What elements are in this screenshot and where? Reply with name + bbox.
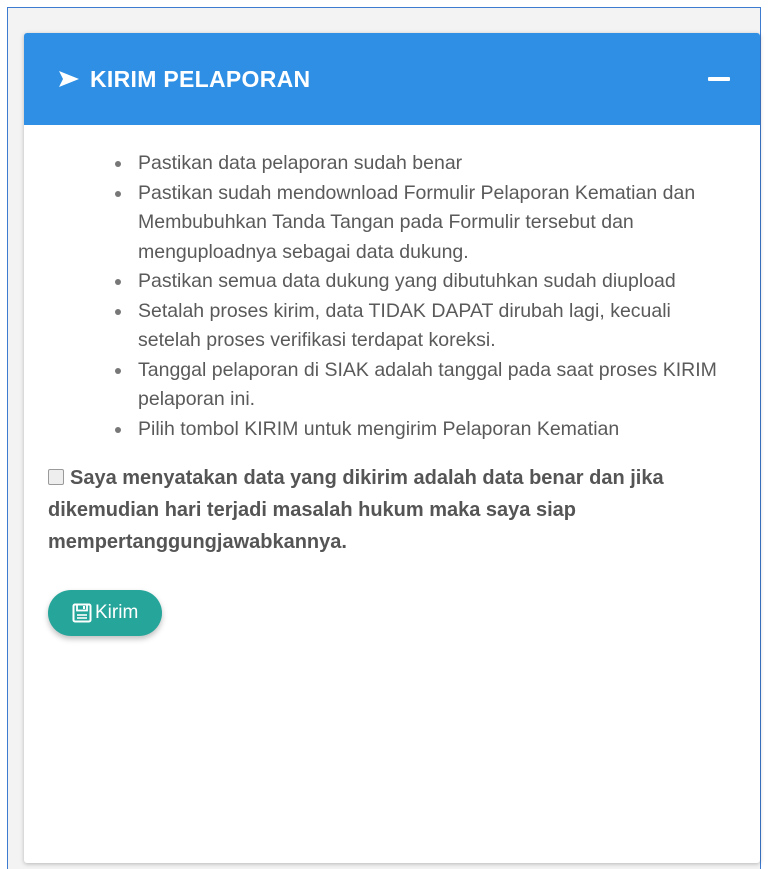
agreement-text: Saya menyatakan data yang dikirim adalah…	[48, 467, 664, 553]
list-item: Pastikan data pelaporan sudah benar	[115, 149, 736, 179]
kirim-button[interactable]: Kirim	[48, 590, 163, 636]
panel-header: KIRIM PELAPORAN	[24, 33, 760, 125]
instruction-list: Pastikan data pelaporan sudah benar Past…	[48, 149, 736, 444]
list-item: Pastikan semua data dukung yang dibutuhk…	[115, 267, 736, 297]
send-arrow-icon	[58, 70, 80, 88]
minus-icon	[708, 77, 730, 81]
list-item: Pilih tombol KIRIM untuk mengirim Pelapo…	[115, 415, 736, 445]
panel-body: Pastikan data pelaporan sudah benar Past…	[24, 125, 760, 636]
agreement-checkbox[interactable]	[48, 469, 64, 485]
kirim-button-label: Kirim	[95, 602, 139, 623]
collapse-button[interactable]	[706, 66, 732, 92]
panel-title: KIRIM PELAPORAN	[90, 65, 311, 92]
agreement-statement: Saya menyatakan data yang dikirim adalah…	[48, 462, 736, 558]
save-icon	[72, 603, 92, 623]
list-item: Tanggal pelaporan di SIAK adalah tanggal…	[115, 356, 736, 415]
list-item: Pastikan sudah mendownload Formulir Pela…	[115, 179, 736, 268]
kirim-pelaporan-panel: KIRIM PELAPORAN Pastikan data pelaporan …	[24, 33, 760, 863]
list-item: Setalah proses kirim, data TIDAK DAPAT d…	[115, 297, 736, 356]
